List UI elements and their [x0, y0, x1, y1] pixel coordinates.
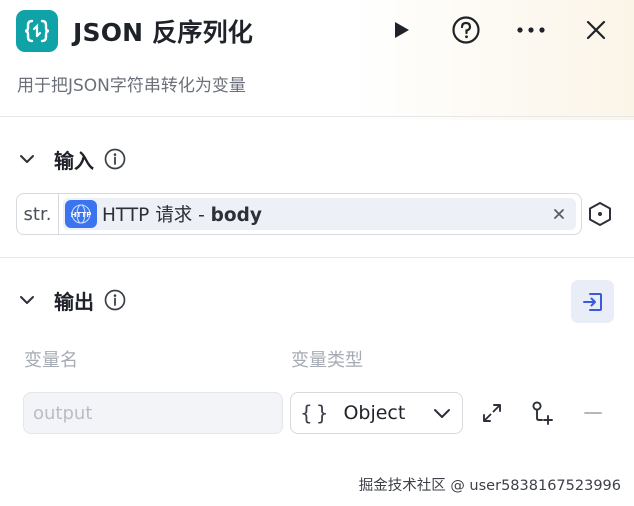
object-type-icon: {} [300, 401, 332, 425]
panel-header: JSON 反序列化 [0, 0, 634, 64]
help-icon [452, 16, 480, 44]
page-title: JSON 反序列化 [73, 18, 253, 47]
play-icon [395, 22, 409, 38]
divider [0, 257, 634, 258]
http-icon-label: HTTP [71, 211, 92, 219]
output-name-input[interactable]: output [23, 392, 283, 434]
close-icon [554, 209, 564, 219]
column-header-name: 变量名 [24, 350, 78, 371]
input-section-header: 输入 [18, 144, 126, 174]
reference-text: HTTP 请求 - body [102, 201, 262, 227]
output-section-title: 输出 [54, 289, 94, 314]
input-param-field[interactable]: str. HTTP HTTP 请求 - body [16, 193, 582, 235]
variable-reference-chip[interactable]: HTTP HTTP 请求 - body [63, 198, 576, 230]
column-header-type: 变量类型 [291, 350, 363, 371]
reference-separator: - [192, 205, 211, 226]
type-tag: str. [17, 194, 59, 234]
node-config-panel: JSON 反序列化 用于把JSON字符串转化为变量 输入 str. HTTP H… [0, 0, 634, 506]
more-icon [517, 27, 545, 33]
chevron-down-icon [434, 409, 450, 418]
more-button[interactable] [514, 13, 548, 47]
chevron-down-icon[interactable] [18, 291, 36, 309]
json-braces-icon [16, 10, 58, 52]
run-button[interactable] [384, 13, 418, 47]
source-field-name: body [210, 205, 262, 226]
output-type-value: Object [343, 402, 406, 424]
help-button[interactable] [449, 13, 483, 47]
minus-icon [584, 412, 602, 414]
output-import-button[interactable] [571, 280, 614, 323]
clear-reference-button[interactable] [550, 205, 568, 223]
close-icon [586, 20, 606, 40]
input-section-title: 输入 [54, 148, 94, 173]
source-node-name: HTTP 请求 [102, 205, 193, 226]
import-icon [582, 292, 602, 311]
http-node-icon: HTTP [65, 200, 97, 228]
expand-button[interactable] [478, 399, 506, 427]
hexagon-variable-icon [589, 202, 611, 226]
output-section-header: 输出 [18, 285, 126, 315]
expand-icon [483, 404, 501, 422]
chevron-down-icon[interactable] [18, 150, 36, 168]
add-child-button[interactable] [528, 399, 556, 427]
variable-picker-button[interactable] [587, 201, 613, 227]
divider [0, 116, 634, 117]
watermark: 掘金技术社区 @ user5838167523996 [358, 478, 621, 494]
remove-row-button[interactable] [579, 399, 607, 427]
info-icon[interactable] [104, 289, 126, 311]
node-description: 用于把JSON字符串转化为变量 [17, 76, 246, 96]
add-child-icon [532, 401, 553, 425]
info-icon[interactable] [104, 148, 126, 170]
output-type-select[interactable]: {} Object [290, 392, 463, 434]
close-button[interactable] [579, 13, 613, 47]
